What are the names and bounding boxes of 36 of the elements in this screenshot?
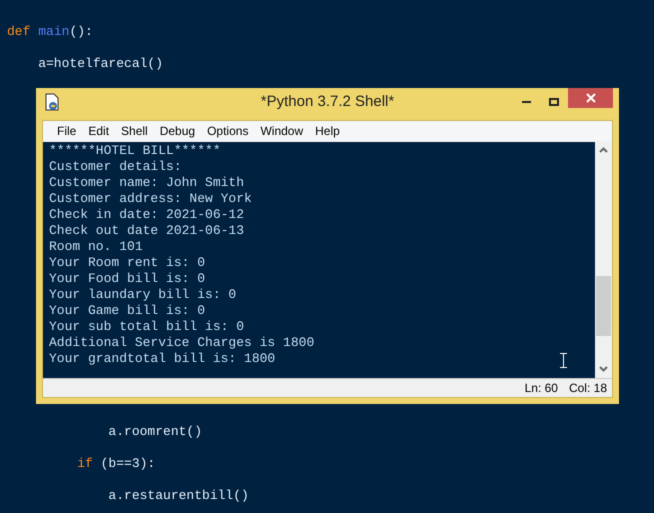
text-cursor-icon [560,353,567,368]
menu-item[interactable]: Window [254,122,310,140]
menu-item[interactable]: Edit [82,122,116,140]
code-line: a.roomrent() [107,423,204,441]
output-line: Additional Service Charges is 1800 [49,335,314,351]
line-number: Ln: 60 [524,380,558,397]
close-icon [586,93,596,103]
output-line: Your Food bill is: 0 [49,271,206,287]
document-icon [44,93,60,111]
output-line: ******HOTEL BILL****** [49,143,221,159]
output-line: Your sub total bill is: 0 [49,319,244,335]
menu-item[interactable]: Help [309,122,346,140]
scroll-thumb[interactable] [596,276,611,336]
output-line: Customer details: [49,159,182,175]
output-line: Your Game bill is: 0 [49,303,206,319]
column-number: Col: 18 [568,380,607,397]
code-line: def main(): [7,23,94,41]
output-line: Check out date 2021-06-13 [49,223,244,239]
output-line: Your laundary bill is: 0 [49,287,236,303]
output-line: Customer name: John Smith [49,175,244,191]
output-line: Check in date: 2021-06-12 [49,207,244,223]
menu-item[interactable]: File [51,122,82,140]
code-line: a.restaurentbill() [107,487,250,505]
output-line: Customer address: New York [49,191,252,207]
menu-item[interactable]: Options [201,122,254,140]
close-button[interactable] [568,88,613,108]
window-title: *Python 3.7.2 Shell* [260,92,394,112]
scroll-up-icon[interactable] [599,147,608,153]
output-line: Room no. 101 [49,239,143,255]
output-line: Your grandtotal bill is: 1800 [49,351,276,367]
menu-item[interactable]: Debug [154,122,202,140]
code-line: a=hotelfarecal() [37,55,164,73]
scroll-down-icon[interactable] [599,366,608,372]
output-line: Your Room rent is: 0 [49,255,206,271]
menu-item[interactable]: Shell [115,122,154,140]
code-line: if (b==3): [76,455,156,473]
